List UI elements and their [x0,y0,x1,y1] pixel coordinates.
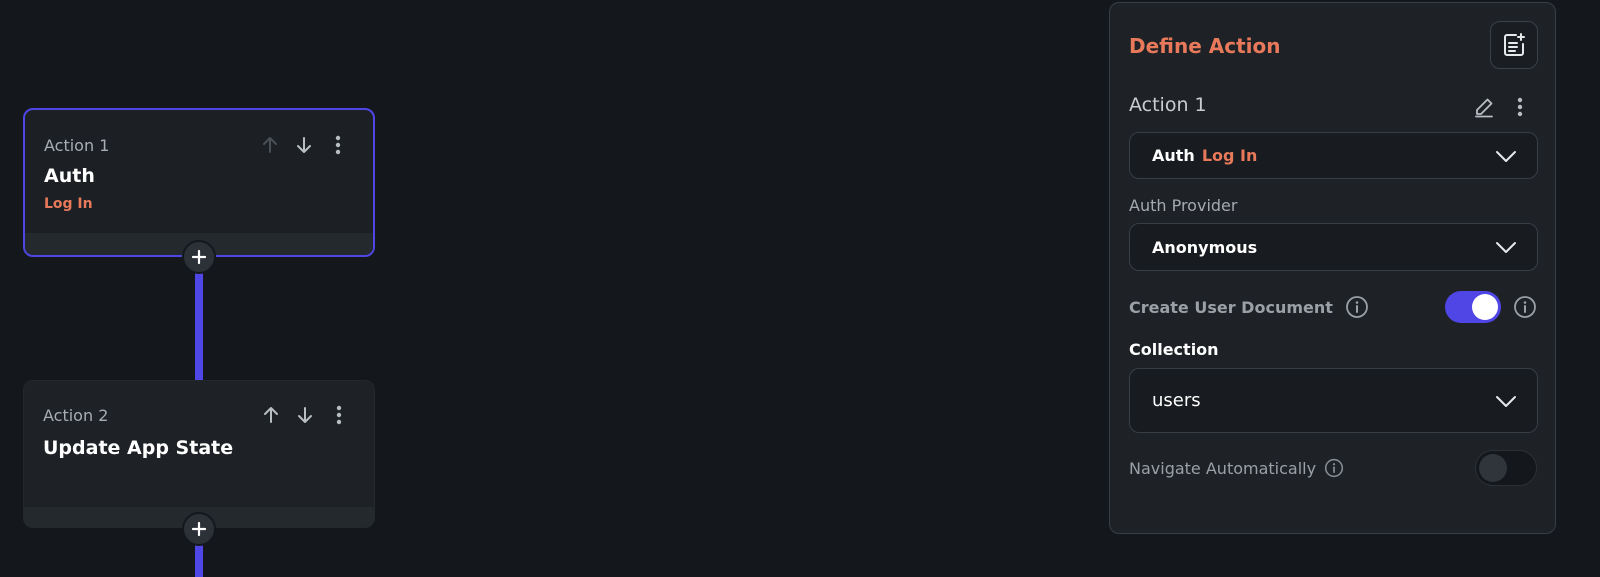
action-card-2[interactable]: Action 2 Update App State [23,380,375,528]
create-user-document-toggle[interactable] [1445,291,1501,323]
edit-name-button[interactable] [1470,93,1498,121]
action-card-title: Auth [44,165,95,187]
info-icon[interactable] [1345,295,1369,319]
action-more-button[interactable] [1508,93,1532,121]
chevron-down-icon [1495,149,1517,163]
move-up-icon[interactable] [254,404,288,426]
action-card-1[interactable]: Action 1 Auth Log In [23,108,375,257]
action-flow-canvas: Action 1 Auth Log In Action 2 Update App… [0,0,1100,577]
action-category: Auth [1152,146,1195,165]
action-type-dropdown[interactable]: Auth Log In [1129,132,1538,179]
create-user-document-label: Create User Document [1129,297,1333,317]
action-card-label: Action 2 [43,405,109,425]
plus-icon [191,249,207,265]
document-add-icon [1504,33,1525,56]
add-action-button[interactable] [182,240,216,274]
pencil-icon [1475,98,1493,118]
define-action-panel: Define Action Action 1 Auth Log In Auth … [1109,2,1556,534]
action-card-subtitle: Log In [44,196,93,212]
action-card-label: Action 1 [44,135,110,155]
move-up-icon[interactable] [253,134,287,156]
action-name: Action 1 [1129,94,1207,116]
auth-provider-label: Auth Provider [1129,196,1238,215]
navigate-automatically-toggle[interactable] [1475,450,1537,486]
add-document-button[interactable] [1490,21,1538,69]
info-icon[interactable] [1324,458,1344,478]
more-options-icon[interactable] [322,404,356,426]
toggle-knob [1479,454,1507,482]
toggle-knob [1472,294,1498,320]
action-type: Log In [1201,146,1258,165]
card-header: Action 2 [43,404,356,426]
plus-icon [191,521,207,537]
collection-dropdown[interactable]: users [1129,368,1538,433]
collection-label: Collection [1129,340,1219,359]
action-card-title: Update App State [43,437,234,459]
create-user-document-row: Create User Document [1129,290,1537,324]
card-header: Action 1 [44,134,355,156]
add-action-button[interactable] [182,512,216,546]
auth-provider-value: Anonymous [1152,237,1258,257]
more-options-icon [1517,97,1523,117]
move-down-icon[interactable] [287,134,321,156]
more-options-icon[interactable] [321,134,355,156]
chevron-down-icon [1495,240,1517,254]
move-down-icon[interactable] [288,404,322,426]
chevron-down-icon [1495,394,1517,408]
navigate-automatically-row: Navigate Automatically [1129,450,1537,486]
auth-provider-dropdown[interactable]: Anonymous [1129,223,1538,271]
collection-value: users [1152,390,1201,411]
panel-title: Define Action [1129,34,1281,58]
navigate-automatically-label: Navigate Automatically [1129,458,1317,478]
info-icon[interactable] [1513,295,1537,319]
flow-connector [195,268,203,380]
